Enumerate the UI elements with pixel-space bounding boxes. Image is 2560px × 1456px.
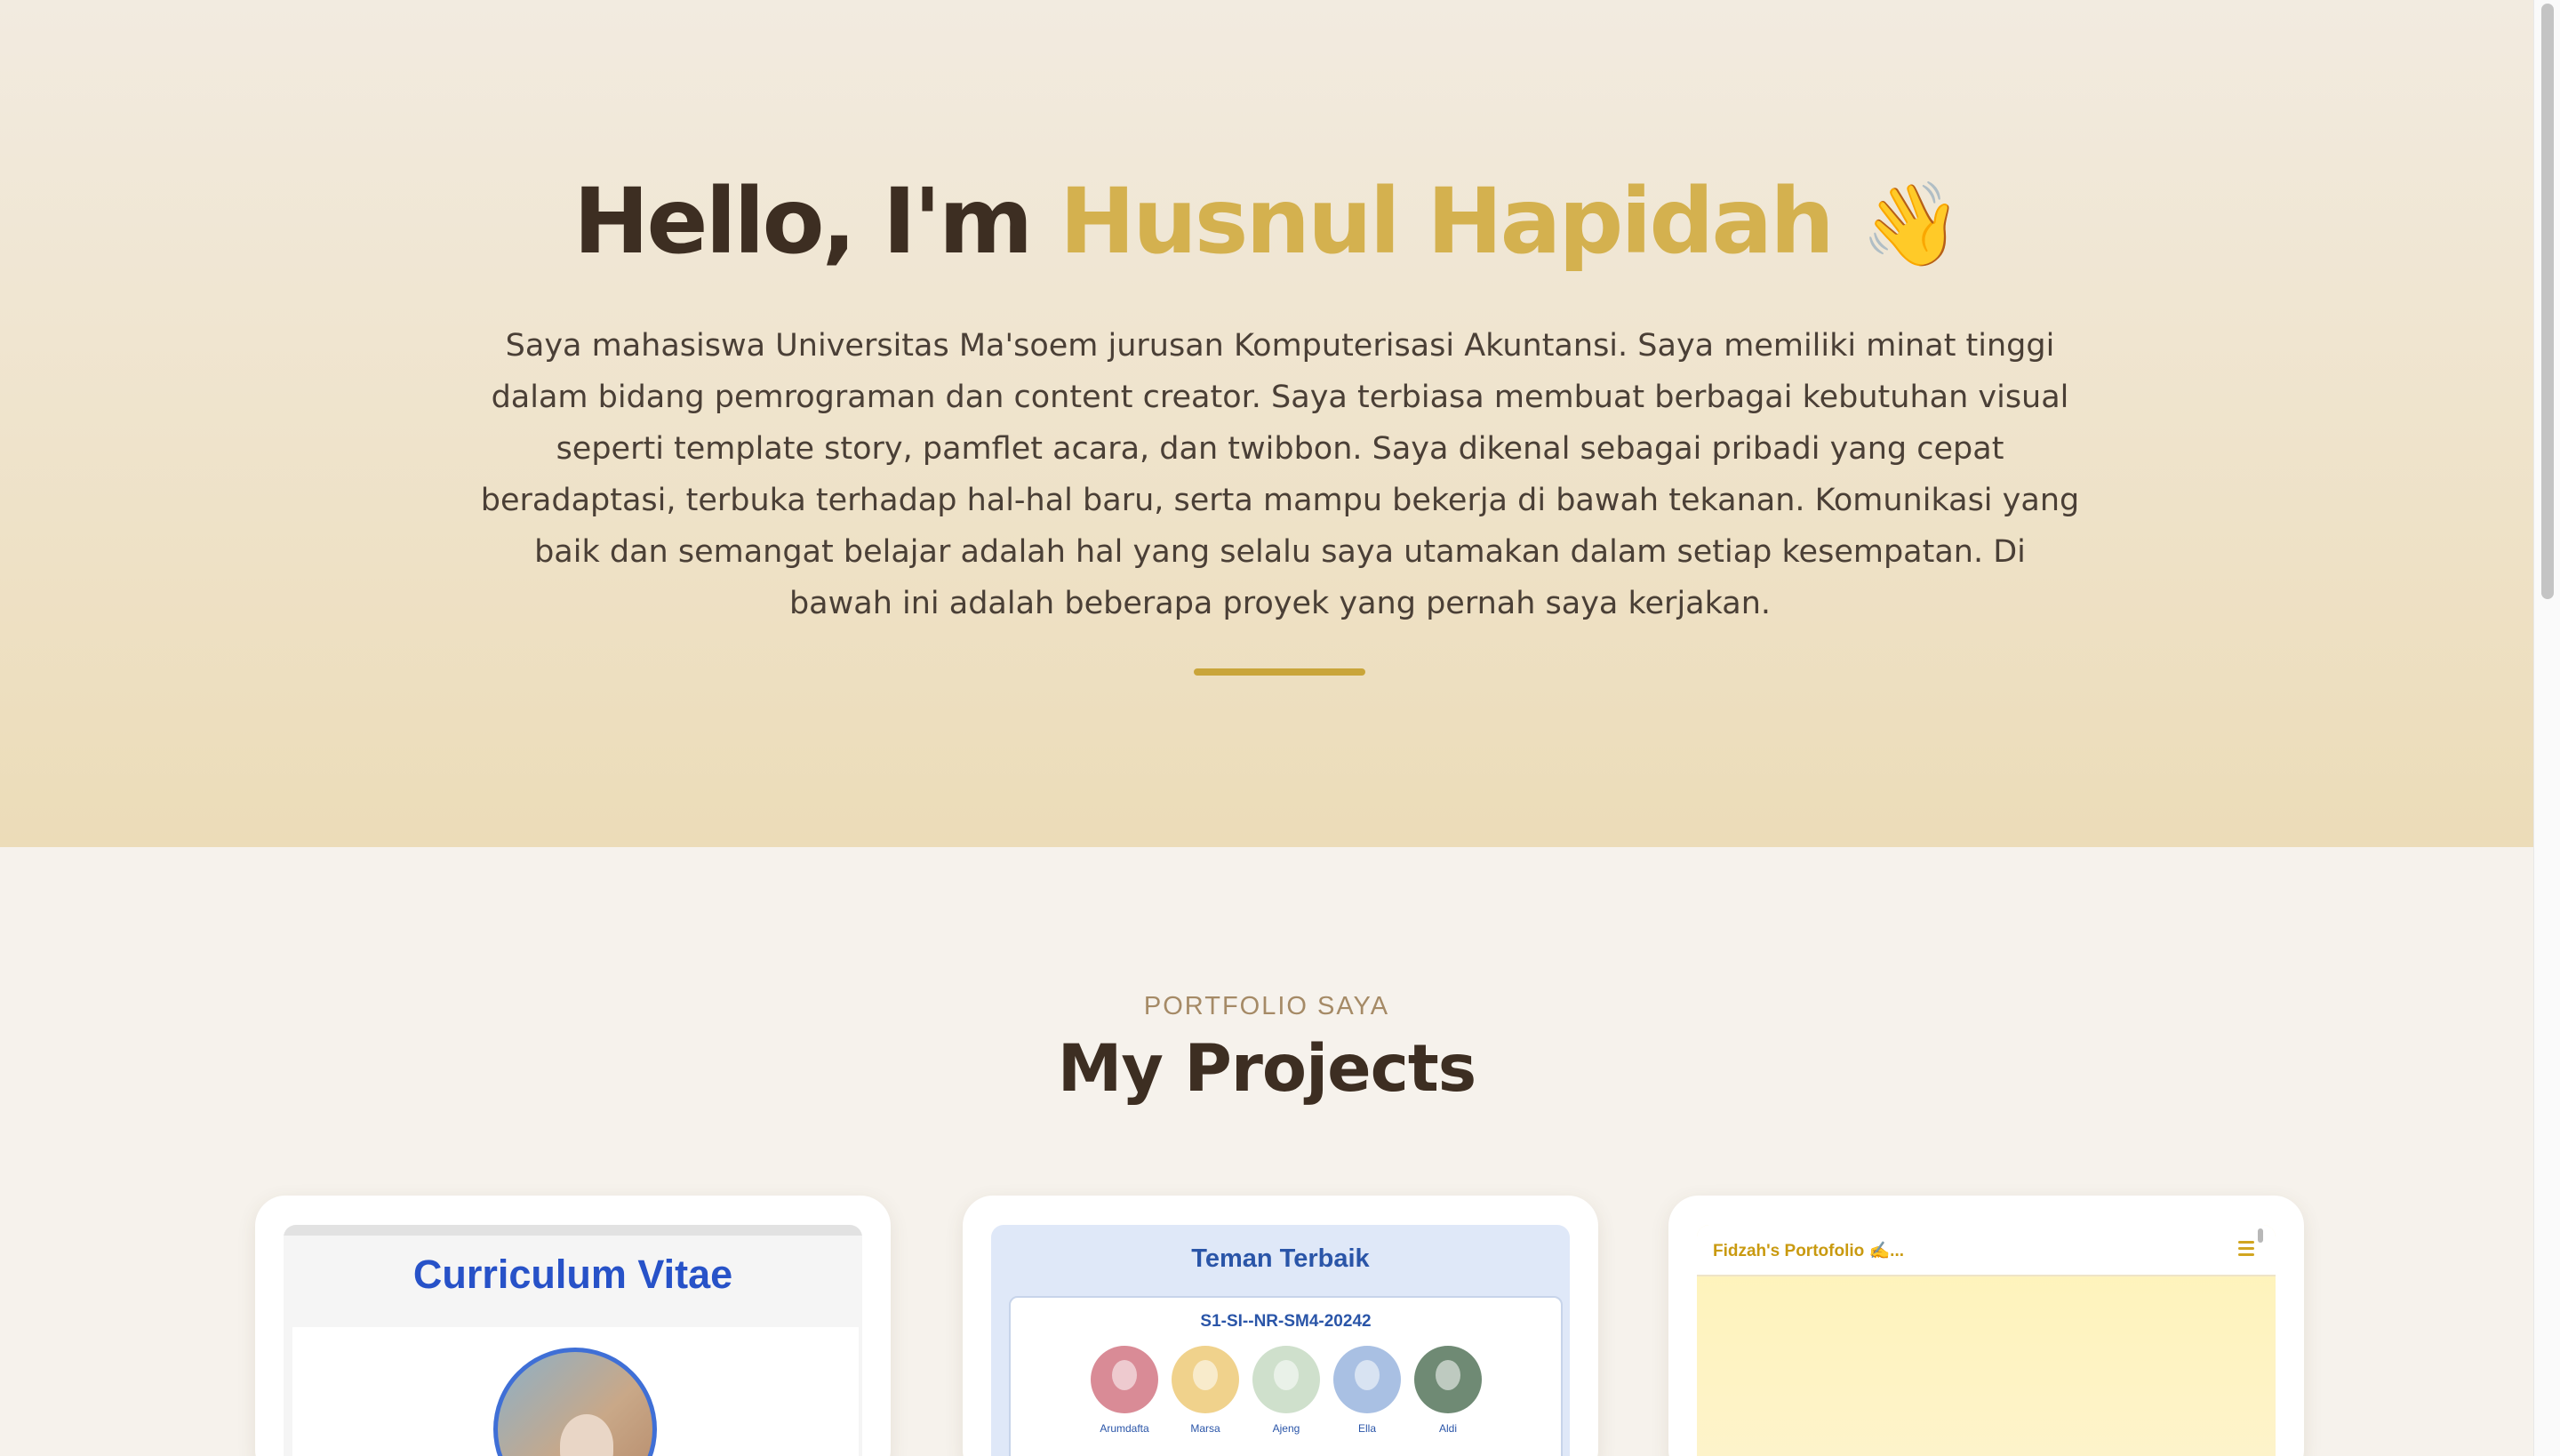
class-label: S1-SI--NR-SM4-20242 [1200, 1312, 1372, 1331]
browser-bar [284, 1225, 862, 1236]
preview-brand: Fidzah's Portofolio ✍️... [1713, 1242, 1905, 1260]
hamburger-icon [2238, 1241, 2254, 1257]
teman-terbaik-title: Teman Terbaik [1191, 1244, 1370, 1273]
cv-title: Curriculum Vitae [412, 1252, 733, 1297]
waving-hand-icon: 👋 [1860, 177, 1963, 272]
friend-item: Marsa [1172, 1346, 1239, 1435]
friend-avatar [1172, 1346, 1239, 1413]
hero-title: Hello, I'm Husnul Hapidah 👋 [0, 164, 2533, 283]
project-card-fidzah[interactable]: Fidzah's Portofolio ✍️... [1668, 1196, 2304, 1456]
project-card-cv[interactable]: Curriculum Vitae [255, 1196, 891, 1456]
hero-section: Hello, I'm Husnul Hapidah 👋 Saya mahasis… [0, 0, 2533, 847]
scrollbar-thumb[interactable] [2541, 4, 2554, 599]
hero-greeting: Hello, I'm [573, 169, 1033, 275]
section-title: My Projects [1057, 1031, 1476, 1107]
friend-avatar [1252, 1346, 1320, 1413]
hero-bio: Saya mahasiswa Universitas Ma'soem jurus… [480, 328, 2080, 621]
friend-name: Marsa [1190, 1422, 1220, 1435]
friend-name: Ella [1357, 1422, 1376, 1435]
friend-item: Ella [1333, 1346, 1401, 1435]
project-thumbnail[interactable]: Fidzah's Portofolio ✍️... [1697, 1225, 2276, 1456]
hero-name: Husnul Hapidah [1059, 169, 1835, 275]
preview-navbar: Fidzah's Portofolio ✍️... [1697, 1225, 2276, 1276]
friend-name: Aldi [1438, 1422, 1457, 1435]
friend-name: Arumdafta [1100, 1422, 1149, 1435]
project-thumbnail[interactable]: Teman Terbaik S1-SI--NR-SM4-20242 Arumda… [991, 1225, 1570, 1456]
preview-scrollbar [2258, 1228, 2263, 1243]
friend-item: Arumdafta [1091, 1346, 1158, 1435]
friend-avatar [1414, 1346, 1482, 1413]
friend-name: Ajeng [1272, 1422, 1300, 1435]
page-scrollbar[interactable] [2533, 0, 2560, 1456]
section-kicker: PORTFOLIO SAYA [1143, 992, 1390, 1020]
project-card-teman-terbaik[interactable]: Teman Terbaik S1-SI--NR-SM4-20242 Arumda… [963, 1196, 1598, 1456]
friend-avatar [1091, 1346, 1158, 1413]
friend-item: Aldi [1414, 1346, 1482, 1435]
friends-list: Arumdafta Marsa Ajeng Ella Aldi [1091, 1346, 1482, 1435]
project-thumbnail[interactable]: Curriculum Vitae [284, 1225, 862, 1456]
friend-item: Ajeng [1252, 1346, 1320, 1435]
hero-divider [1194, 668, 1365, 676]
friends-panel: S1-SI--NR-SM4-20242 Arumdafta Marsa Ajeng E… [1009, 1296, 1563, 1456]
friend-avatar [1333, 1346, 1401, 1413]
